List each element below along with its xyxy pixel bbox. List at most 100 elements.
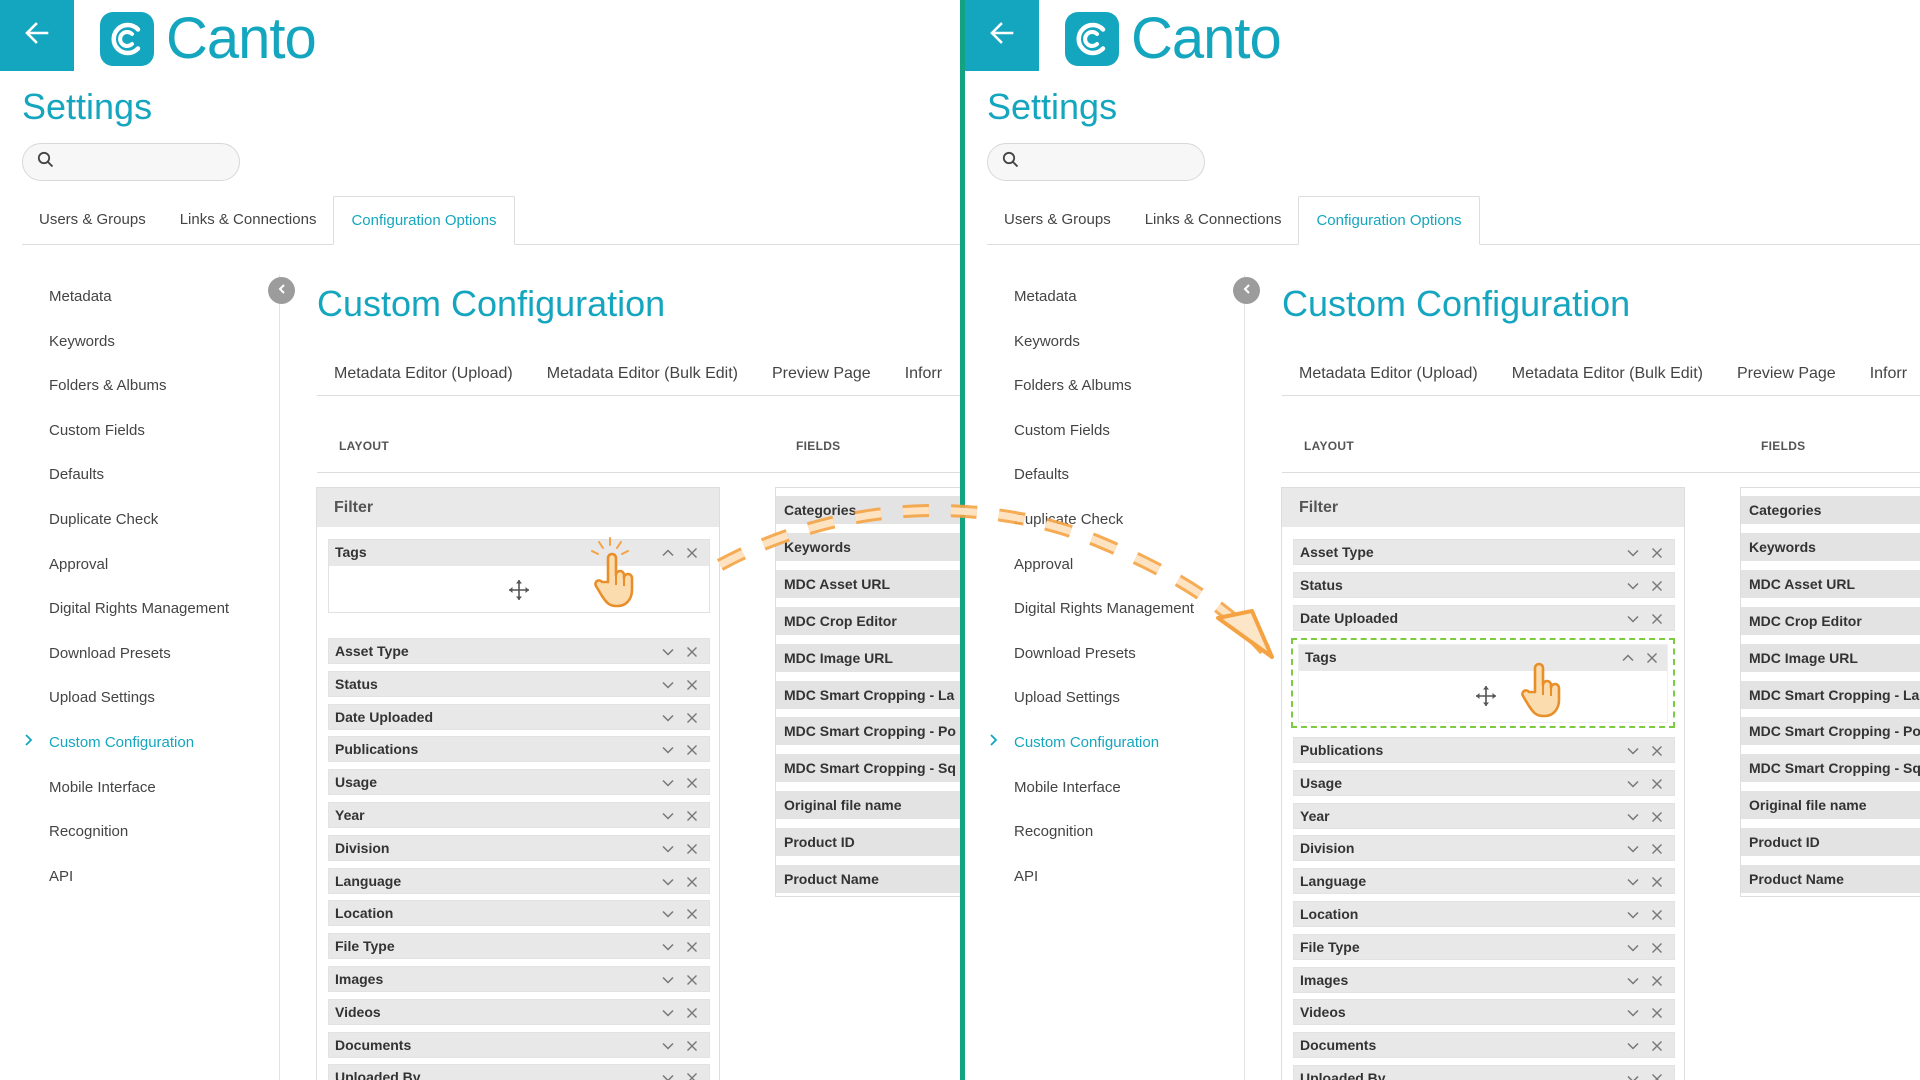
field-list-item[interactable]: MDC Smart Cropping - Sq xyxy=(776,754,960,783)
close-icon[interactable] xyxy=(1649,611,1665,627)
field-list-item[interactable]: MDC Smart Cropping - La xyxy=(1741,680,1920,709)
chevron-down-icon[interactable] xyxy=(1625,545,1641,561)
layout-field-row[interactable]: File Type xyxy=(1293,933,1675,960)
close-icon[interactable] xyxy=(684,742,700,758)
close-icon[interactable] xyxy=(684,841,700,857)
subtab-item[interactable]: Inforr xyxy=(1853,352,1920,396)
sidebar-collapse-button[interactable] xyxy=(1233,277,1260,304)
layout-field-row[interactable]: Publications xyxy=(328,736,710,763)
layout-field-row[interactable]: Uploaded By xyxy=(1293,1065,1675,1080)
layout-field-row[interactable]: Status xyxy=(1293,571,1675,598)
back-button[interactable] xyxy=(0,0,74,71)
chevron-down-icon[interactable] xyxy=(1625,874,1641,890)
subtab-item[interactable]: Preview Page xyxy=(755,352,888,396)
chevron-down-icon[interactable] xyxy=(660,677,676,693)
layout-field-row[interactable]: Division xyxy=(1293,835,1675,862)
sidebar-item-keywords[interactable]: Keywords xyxy=(0,320,279,365)
chevron-down-icon[interactable] xyxy=(1625,907,1641,923)
sidebar-item-digital-rights-management[interactable]: Digital Rights Management xyxy=(0,587,279,632)
layout-field-row[interactable]: Language xyxy=(328,867,710,894)
tab-links-connections[interactable]: Links & Connections xyxy=(1128,196,1299,244)
close-icon[interactable] xyxy=(684,874,700,890)
chevron-down-icon[interactable] xyxy=(660,1070,676,1080)
layout-field-row[interactable]: Usage xyxy=(1293,769,1675,796)
layout-field-row[interactable]: Videos xyxy=(1293,999,1675,1026)
close-icon[interactable] xyxy=(1649,545,1665,561)
close-icon[interactable] xyxy=(684,545,700,561)
sidebar-item-folders-albums[interactable]: Folders & Albums xyxy=(0,364,279,409)
layout-field-row[interactable]: Language xyxy=(1293,868,1675,895)
chevron-down-icon[interactable] xyxy=(660,1038,676,1054)
close-icon[interactable] xyxy=(1649,743,1665,759)
field-list-item[interactable]: MDC Crop Editor xyxy=(1741,606,1920,635)
field-list-item[interactable]: Original file name xyxy=(1741,791,1920,820)
chevron-down-icon[interactable] xyxy=(660,1005,676,1021)
chevron-down-icon[interactable] xyxy=(660,972,676,988)
close-icon[interactable] xyxy=(1649,1038,1665,1054)
sidebar-item-metadata[interactable]: Metadata xyxy=(965,275,1244,320)
sidebar-item-custom-fields[interactable]: Custom Fields xyxy=(965,409,1244,454)
chevron-down-icon[interactable] xyxy=(660,939,676,955)
sidebar-item-custom-configuration[interactable]: Custom Configuration xyxy=(0,721,279,766)
chevron-down-icon[interactable] xyxy=(660,906,676,922)
close-icon[interactable] xyxy=(684,939,700,955)
close-icon[interactable] xyxy=(684,677,700,693)
layout-field-row[interactable]: Division xyxy=(328,834,710,861)
field-list-item[interactable]: MDC Smart Cropping - Po xyxy=(776,717,960,746)
sidebar-item-mobile-interface[interactable]: Mobile Interface xyxy=(965,766,1244,811)
tab-links-connections[interactable]: Links & Connections xyxy=(163,196,334,244)
subtab-item[interactable]: Metadata Editor (Bulk Edit) xyxy=(530,352,755,396)
sidebar-collapse-button[interactable] xyxy=(268,277,295,304)
chevron-up-icon[interactable] xyxy=(660,545,676,561)
close-icon[interactable] xyxy=(684,1038,700,1054)
move-icon[interactable] xyxy=(1474,684,1498,713)
chevron-down-icon[interactable] xyxy=(1625,1071,1641,1080)
layout-field-row[interactable]: Documents xyxy=(1293,1032,1675,1059)
dropped-field-card[interactable]: Tags xyxy=(1298,644,1668,723)
layout-field-row[interactable]: Year xyxy=(1293,802,1675,829)
field-list-item[interactable]: Product ID xyxy=(1741,828,1920,857)
back-button[interactable] xyxy=(965,0,1039,71)
tab-configuration-options[interactable]: Configuration Options xyxy=(1298,196,1480,245)
layout-field-row[interactable]: Images xyxy=(1293,966,1675,993)
subtab-item[interactable]: Preview Page xyxy=(1720,352,1853,396)
layout-field-row[interactable]: Date Uploaded xyxy=(1293,604,1675,631)
close-icon[interactable] xyxy=(684,775,700,791)
tab-configuration-options[interactable]: Configuration Options xyxy=(333,196,515,245)
chevron-down-icon[interactable] xyxy=(660,874,676,890)
chevron-down-icon[interactable] xyxy=(660,644,676,660)
field-list-item[interactable]: Keywords xyxy=(1741,532,1920,561)
close-icon[interactable] xyxy=(1649,809,1665,825)
chevron-down-icon[interactable] xyxy=(660,775,676,791)
close-icon[interactable] xyxy=(684,1005,700,1021)
chevron-up-icon[interactable] xyxy=(1620,650,1636,666)
sidebar-item-custom-configuration[interactable]: Custom Configuration xyxy=(965,721,1244,766)
sidebar-item-recognition[interactable]: Recognition xyxy=(965,810,1244,855)
close-icon[interactable] xyxy=(684,644,700,660)
layout-field-row[interactable]: Location xyxy=(1293,901,1675,927)
sidebar-item-digital-rights-management[interactable]: Digital Rights Management xyxy=(965,587,1244,632)
field-list-item[interactable]: MDC Image URL xyxy=(1741,643,1920,672)
layout-field-row[interactable]: Documents xyxy=(328,1031,710,1058)
layout-field-row[interactable]: Asset Type xyxy=(328,638,710,664)
field-list-item[interactable]: MDC Asset URL xyxy=(776,569,960,598)
layout-field-row[interactable]: Usage xyxy=(328,769,710,796)
close-icon[interactable] xyxy=(1649,776,1665,792)
chevron-down-icon[interactable] xyxy=(1625,973,1641,989)
layout-field-row[interactable]: Publications xyxy=(1293,737,1675,763)
field-list-item[interactable]: Categories xyxy=(776,496,960,524)
close-icon[interactable] xyxy=(1649,940,1665,956)
close-icon[interactable] xyxy=(684,710,700,726)
close-icon[interactable] xyxy=(1649,907,1665,923)
chevron-down-icon[interactable] xyxy=(1625,809,1641,825)
layout-field-row[interactable]: Status xyxy=(328,670,710,697)
sidebar-item-custom-fields[interactable]: Custom Fields xyxy=(0,409,279,454)
close-icon[interactable] xyxy=(1649,973,1665,989)
chevron-down-icon[interactable] xyxy=(660,841,676,857)
chevron-down-icon[interactable] xyxy=(1625,1038,1641,1054)
field-list-item[interactable]: Categories xyxy=(1741,496,1920,524)
sidebar-item-upload-settings[interactable]: Upload Settings xyxy=(965,676,1244,721)
field-list-item[interactable]: MDC Smart Cropping - Sq xyxy=(1741,754,1920,783)
sidebar-item-api[interactable]: API xyxy=(965,855,1244,900)
close-icon[interactable] xyxy=(1644,650,1660,666)
